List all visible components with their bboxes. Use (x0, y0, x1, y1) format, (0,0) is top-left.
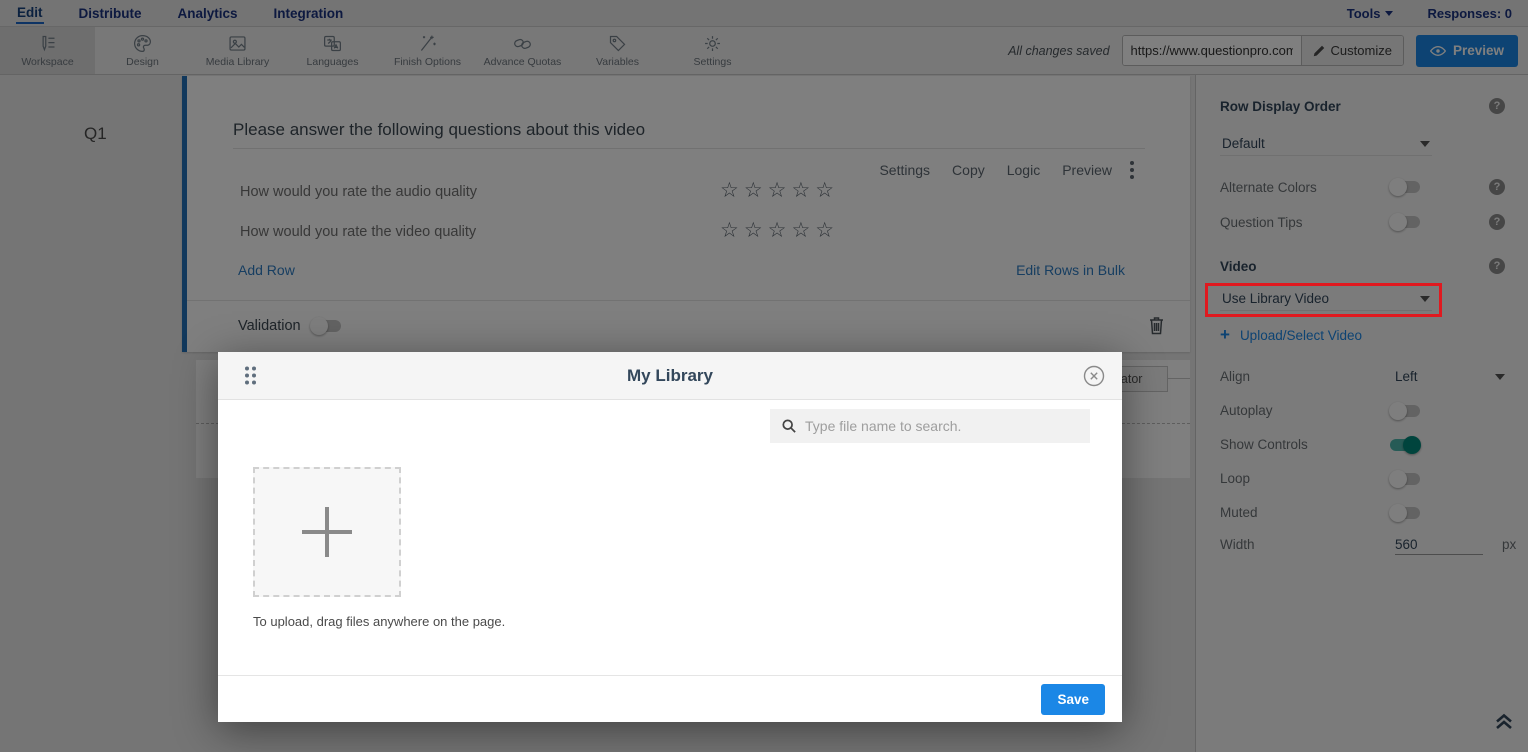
close-button[interactable] (1083, 365, 1105, 392)
drag-dots-icon (243, 365, 258, 386)
save-button[interactable]: Save (1041, 684, 1105, 715)
modal-footer: Save (218, 675, 1122, 722)
upload-hint-text: To upload, drag files anywhere on the pa… (253, 614, 505, 629)
drag-handle[interactable] (243, 365, 258, 391)
search-icon (782, 419, 796, 433)
plus-icon (294, 499, 360, 565)
search-input[interactable] (805, 418, 1078, 434)
library-search (770, 409, 1090, 443)
modal-header: My Library (218, 352, 1122, 400)
modal-title: My Library (218, 366, 1122, 386)
upload-tile[interactable] (253, 467, 401, 597)
my-library-modal: My Library To upload, drag files anywher… (218, 352, 1122, 722)
close-icon (1083, 365, 1105, 387)
